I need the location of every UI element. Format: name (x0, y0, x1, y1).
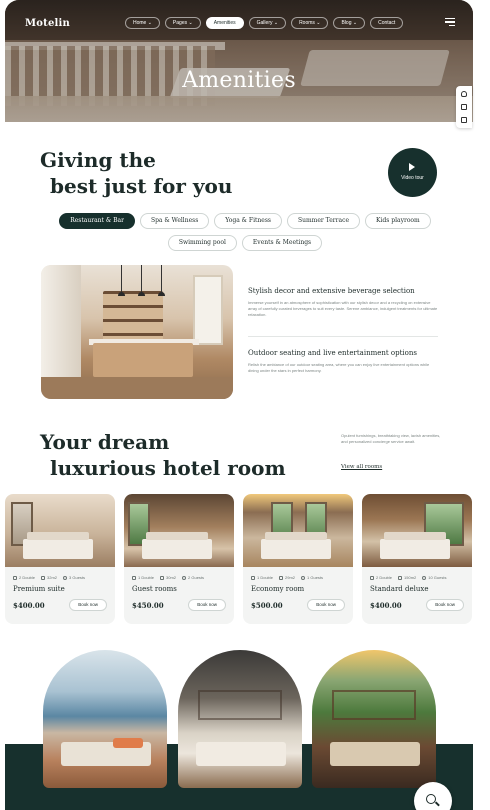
logo[interactable]: Motelin (25, 18, 85, 29)
book-icon[interactable] (461, 103, 467, 110)
bed-icon (132, 575, 136, 580)
divider (248, 336, 438, 337)
nav-item-blog[interactable]: Blog ⌄ (333, 17, 366, 29)
room-meta: 1 Double 30m2 2 Guests (124, 567, 234, 580)
book-now-button[interactable]: Book now (188, 599, 226, 611)
area-icon (279, 575, 284, 580)
feature-text: Relish the ambiance of our outdoor seati… (248, 362, 430, 373)
nav-menu: Home ⌄ Pages ⌄ Amenities Gallery ⌄ Rooms… (125, 17, 404, 29)
gallery-photo-garden-room (312, 650, 436, 788)
room-name: Economy room (251, 585, 305, 593)
room-beds: 2 Double (376, 575, 393, 580)
room-price: $400.00 (370, 600, 402, 610)
feature-block: Outdoor seating and live entertainment o… (248, 349, 438, 374)
room-guests: 2 Guests (188, 575, 205, 580)
nav-item-rooms[interactable]: Rooms ⌄ (291, 17, 329, 29)
gallery-photo-bedroom (178, 650, 302, 788)
nav-item-contact[interactable]: Contact (370, 17, 404, 29)
cart-icon[interactable] (461, 116, 467, 123)
area-icon (160, 575, 165, 580)
nav-item-home[interactable]: Home ⌄ (125, 17, 160, 29)
room-card[interactable]: 2 Double 32m2 3 Guests Premium suite $40… (5, 494, 115, 624)
room-area: 29m2 (285, 575, 296, 580)
feature-title: Outdoor seating and live entertainment o… (248, 349, 417, 357)
hamburger-menu-icon[interactable] (445, 18, 455, 27)
video-tour-button[interactable]: Video tour (388, 148, 437, 197)
amenities-heading-line1: Giving the (40, 148, 156, 172)
hero-banner: Motelin Home ⌄ Pages ⌄ Amenities Gallery… (5, 0, 473, 122)
tab-events-meetings[interactable]: Events & Meetings (241, 235, 323, 251)
headset-icon[interactable] (461, 91, 467, 98)
bed-icon (251, 575, 255, 580)
room-area: 30m2 (166, 575, 177, 580)
amenities-heading-line2: best just for you (50, 174, 233, 198)
book-now-button[interactable]: Book now (69, 599, 107, 611)
room-area: 150m2 (404, 575, 417, 580)
rooms-heading: Your dream luxurious hotel room (40, 429, 286, 481)
guests-icon (301, 575, 306, 580)
play-icon (409, 163, 415, 171)
room-meta: 2 Double 32m2 3 Guests (5, 567, 115, 580)
feature-block: Stylish decor and extensive beverage sel… (248, 287, 438, 318)
room-beds: 2 Double (19, 575, 36, 580)
amenity-tabs: Restaurant & Bar Spa & Wellness Yoga & F… (40, 213, 450, 257)
side-toolbar (456, 86, 472, 128)
room-name: Guest rooms (132, 585, 177, 593)
restaurant-photo (41, 265, 233, 399)
room-guests: 3 Guests (69, 575, 86, 580)
book-now-button[interactable]: Book now (426, 599, 464, 611)
room-guests: 1 Guests (307, 575, 324, 580)
room-photo (5, 494, 115, 567)
guests-icon (63, 575, 68, 580)
area-icon (398, 575, 403, 580)
guests-icon (182, 575, 187, 580)
nav-item-pages[interactable]: Pages ⌄ (164, 17, 201, 29)
rooms-heading-line2: luxurious hotel room (50, 456, 286, 480)
tab-swimming-pool[interactable]: Swimming pool (167, 235, 237, 251)
page-title: Amenities (182, 68, 296, 93)
book-now-button[interactable]: Book now (307, 599, 345, 611)
room-guests: 10 Guests (428, 575, 447, 580)
room-meta: 2 Double 150m2 10 Guests (362, 567, 472, 580)
room-photo (124, 494, 234, 567)
bed-icon (370, 575, 374, 580)
bed-icon (13, 575, 17, 580)
room-card[interactable]: 1 Double 29m2 1 Guests Economy room $500… (243, 494, 353, 624)
area-icon (41, 575, 46, 580)
top-nav: Motelin Home ⌄ Pages ⌄ Amenities Gallery… (25, 12, 455, 34)
room-name: Standard deluxe (370, 585, 429, 593)
room-price: $450.00 (132, 600, 164, 610)
video-tour-label: Video tour (401, 175, 424, 181)
room-photo (362, 494, 472, 567)
tab-yoga-fitness[interactable]: Yoga & Fitness (214, 213, 282, 229)
rooms-description: Opulent furnishings, breathtaking view, … (341, 433, 441, 444)
room-photo (243, 494, 353, 567)
gallery-photo-ocean-room (43, 650, 167, 788)
room-beds: 1 Double (257, 575, 274, 580)
room-card[interactable]: 2 Double 150m2 10 Guests Standard deluxe… (362, 494, 472, 624)
room-price: $400.00 (13, 600, 45, 610)
room-area: 32m2 (47, 575, 58, 580)
room-beds: 1 Double (138, 575, 155, 580)
nav-item-gallery[interactable]: Gallery ⌄ (248, 17, 287, 29)
tab-restaurant-bar[interactable]: Restaurant & Bar (59, 213, 135, 229)
room-card[interactable]: 1 Double 30m2 2 Guests Guest rooms $450.… (124, 494, 234, 624)
feature-text: Immerse yourself in an atmosphere of sop… (248, 300, 438, 317)
view-all-rooms-link[interactable]: View all rooms (341, 464, 382, 470)
rooms-heading-line1: Your dream (40, 430, 170, 454)
room-price: $500.00 (251, 600, 283, 610)
feature-title: Stylish decor and extensive beverage sel… (248, 287, 415, 295)
nav-item-amenities[interactable]: Amenities (205, 17, 244, 29)
room-name: Premium suite (13, 585, 65, 593)
tab-spa-wellness[interactable]: Spa & Wellness (139, 213, 210, 229)
amenities-heading: Giving the best just for you (40, 147, 232, 199)
room-meta: 1 Double 29m2 1 Guests (243, 567, 353, 580)
tab-summer-terrace[interactable]: Summer Terrace (287, 213, 360, 229)
room-cards: 2 Double 32m2 3 Guests Premium suite $40… (5, 494, 475, 624)
tab-kids-playroom[interactable]: Kids playroom (365, 213, 431, 229)
guests-icon (422, 575, 427, 580)
